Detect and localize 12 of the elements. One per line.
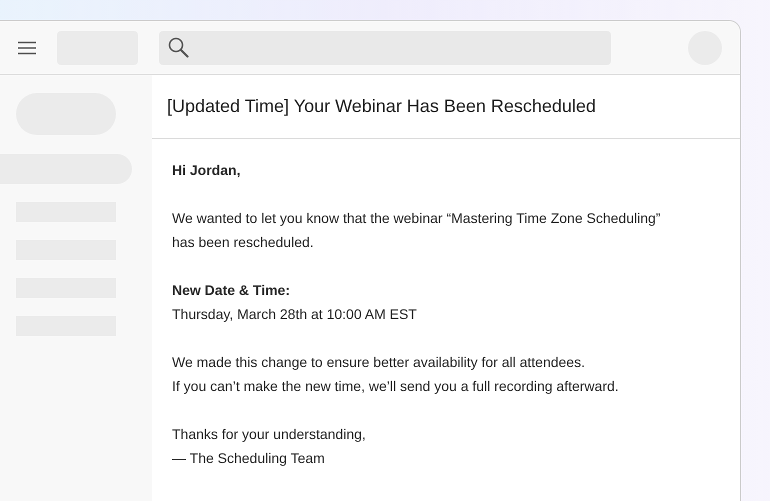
email-paragraph: — The Scheduling Team: [172, 449, 326, 468]
email-heading: Hi Jordan,: [172, 161, 242, 180]
email-paragraph: We wanted to let you know that the webinar “Mastering Time Zone Scheduling” has been rescheduled.: [172, 209, 662, 252]
email-heading: New Date & Time:: [172, 281, 291, 300]
email-paragraph: If you can’t make the new time, we’ll send you a full recording afterward.: [172, 377, 620, 396]
email-subject: [Updated Time] Your Webinar Has Been Rescheduled: [167, 95, 596, 118]
search-icon: [168, 37, 189, 58]
email-paragraph: Thanks for your understanding,: [172, 425, 367, 444]
email-paragraph: Thursday, March 28th at 10:00 AM EST: [172, 305, 418, 324]
menu-icon[interactable]: [17, 40, 37, 54]
email-paragraph: We made this change to ensure better availability for all attendees.: [172, 353, 586, 372]
search-field[interactable]: [159, 30, 611, 64]
